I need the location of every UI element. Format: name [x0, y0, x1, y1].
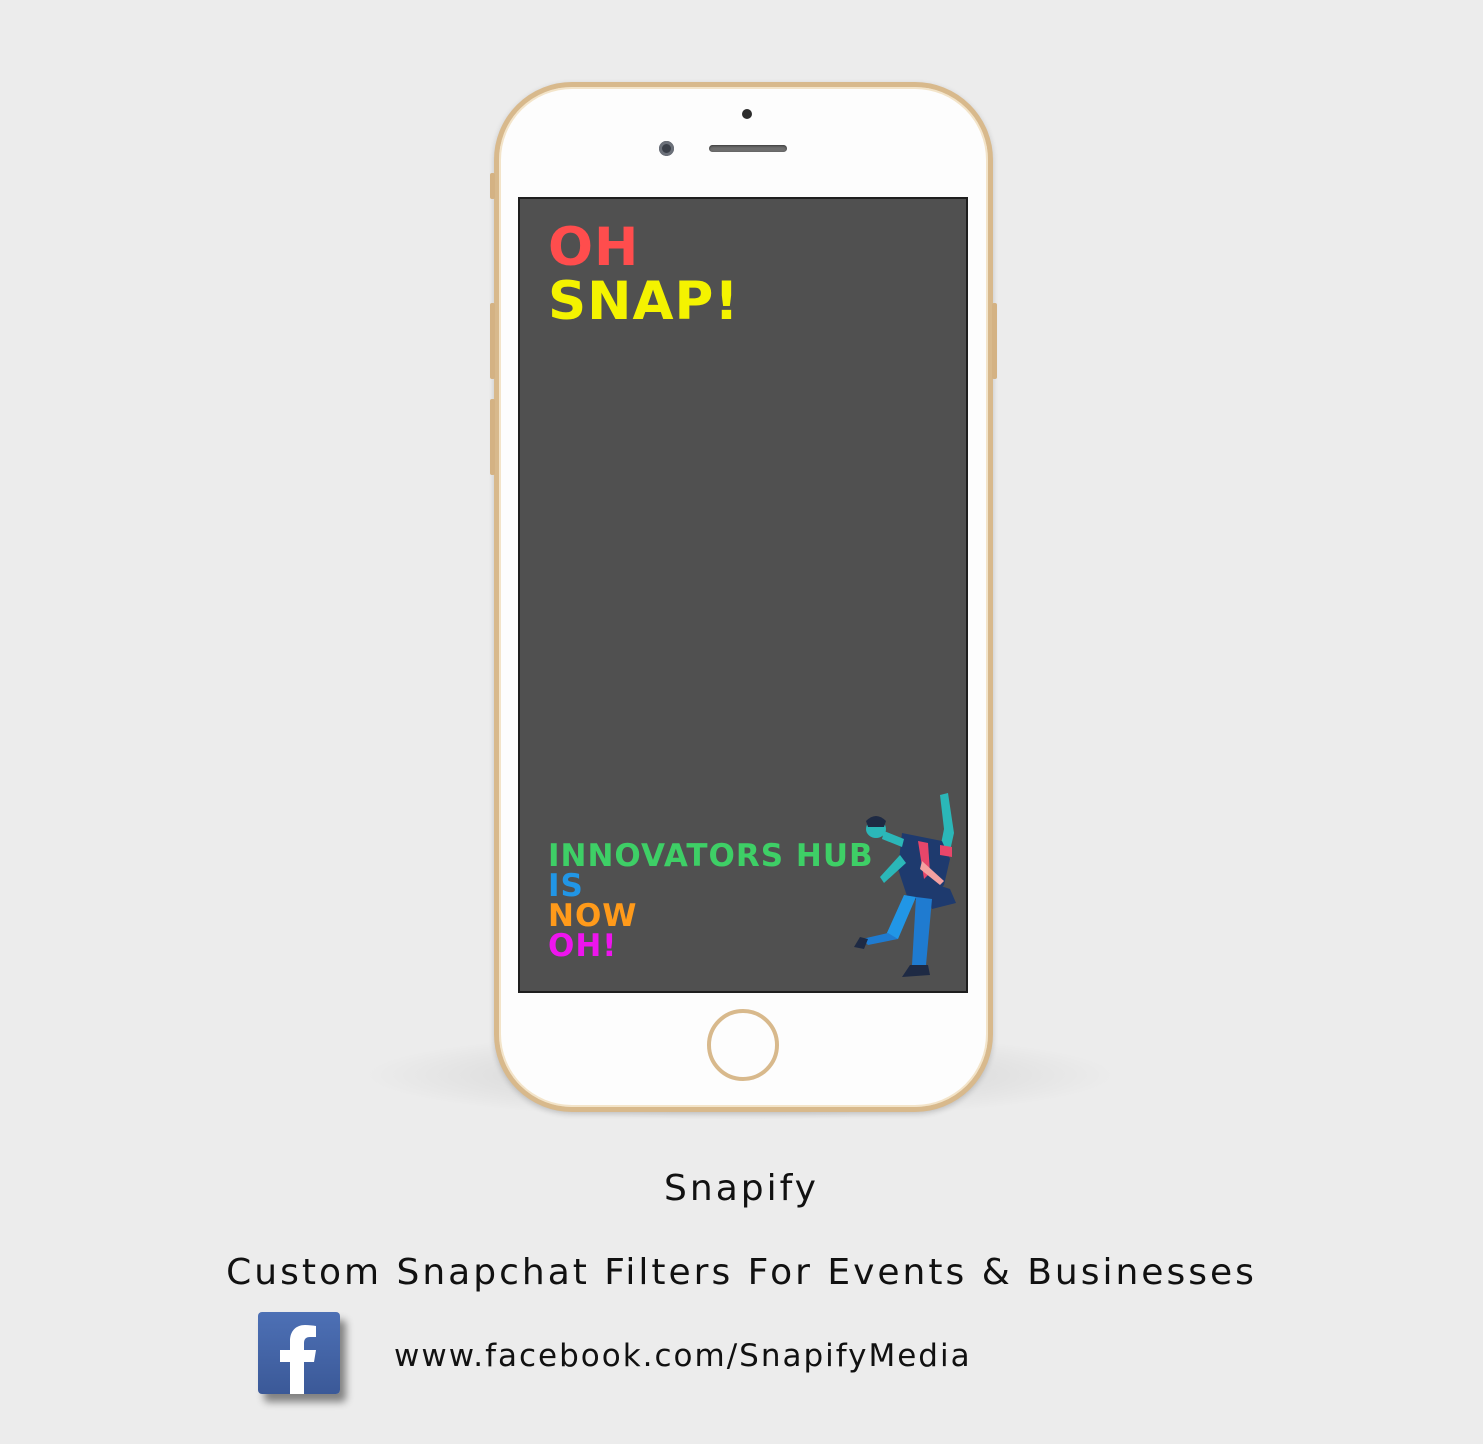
headline-snap: SNAP!: [548, 271, 740, 332]
phone-power-button: [992, 303, 997, 379]
facebook-url-link[interactable]: www.facebook.com/SnapifyMedia: [394, 1338, 972, 1374]
phone-volume-down-button: [490, 399, 495, 475]
phone-mockup: OH SNAP! INNOVATORS HUB IS NOW OH!: [490, 82, 997, 1112]
phone-screen: OH SNAP! INNOVATORS HUB IS NOW OH!: [518, 197, 968, 993]
tagline-innovators-hub: INNOVATORS HUB: [548, 838, 874, 874]
brand-name: Snapify: [664, 1168, 819, 1209]
dancing-man-icon: [832, 789, 966, 989]
earpiece-speaker: [709, 145, 787, 152]
tagline-oh: OH!: [548, 928, 618, 964]
phone-silent-switch: [490, 173, 495, 199]
facebook-icon[interactable]: [258, 1312, 340, 1394]
home-button[interactable]: [707, 1009, 779, 1081]
phone-volume-up-button: [490, 303, 495, 379]
headline-oh: OH: [548, 217, 640, 278]
front-camera-icon: [659, 141, 674, 156]
tagline-now: NOW: [548, 898, 638, 934]
headline: OH SNAP!: [548, 221, 740, 329]
proximity-sensor: [742, 109, 752, 119]
tagline-is: IS: [548, 868, 584, 904]
tagline: INNOVATORS HUB IS NOW OH!: [548, 838, 874, 964]
brand-subtitle: Custom Snapchat Filters For Events & Bus…: [226, 1252, 1257, 1293]
